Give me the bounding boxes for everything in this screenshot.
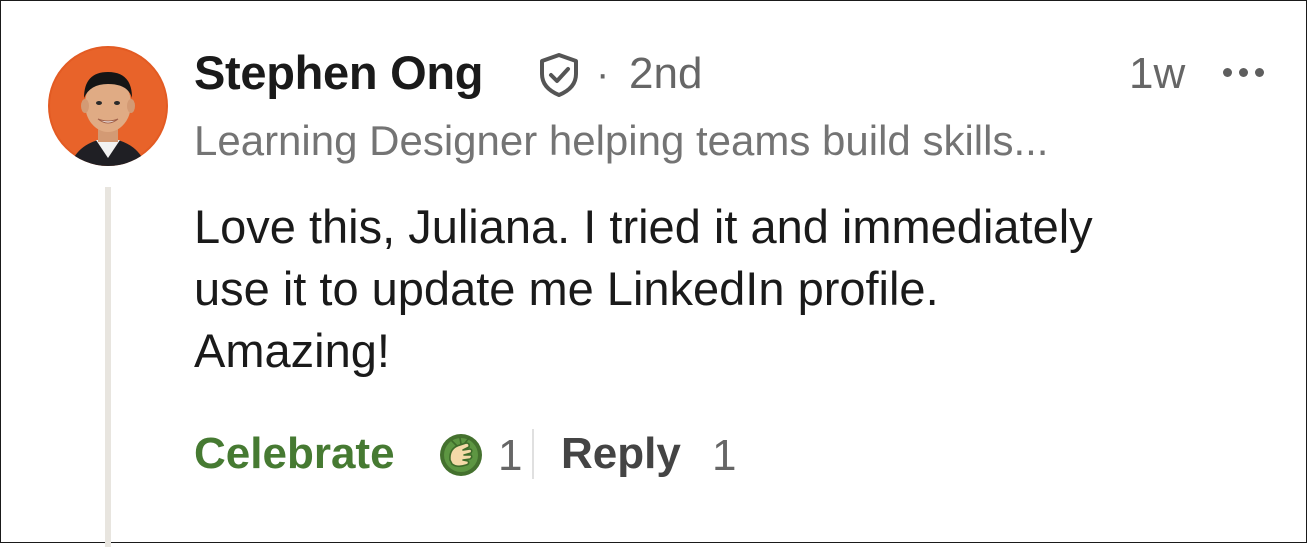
more-options-icon[interactable]	[1223, 65, 1265, 79]
verified-shield-icon	[540, 53, 578, 97]
celebrate-button[interactable]: Celebrate	[194, 429, 395, 479]
separator-dot: ·	[596, 52, 610, 96]
comment-text: Love this, Juliana. I tried it and immed…	[194, 196, 1254, 382]
reaction-count[interactable]: 1	[498, 431, 522, 481]
reply-button[interactable]: Reply	[561, 429, 681, 479]
reply-count[interactable]: 1	[712, 431, 736, 481]
celebrate-hands-icon[interactable]	[439, 433, 483, 477]
author-name[interactable]: Stephen Ong	[194, 45, 483, 100]
comment-card: Stephen Ong · 2nd 1w Learning Designer h…	[0, 0, 1307, 547]
author-headline[interactable]: Learning Designer helping teams build sk…	[194, 117, 1048, 165]
avatar-image	[48, 46, 168, 166]
connection-degree: 2nd	[629, 49, 703, 98]
comment-line: Amazing!	[194, 324, 390, 377]
action-divider	[532, 429, 534, 479]
comment-line: use it to update me LinkedIn profile.	[194, 262, 939, 315]
comment-line: Love this, Juliana. I tried it and immed…	[194, 200, 1093, 253]
timestamp: 1w	[1129, 49, 1186, 98]
thread-line	[105, 187, 111, 547]
avatar[interactable]	[48, 46, 168, 166]
